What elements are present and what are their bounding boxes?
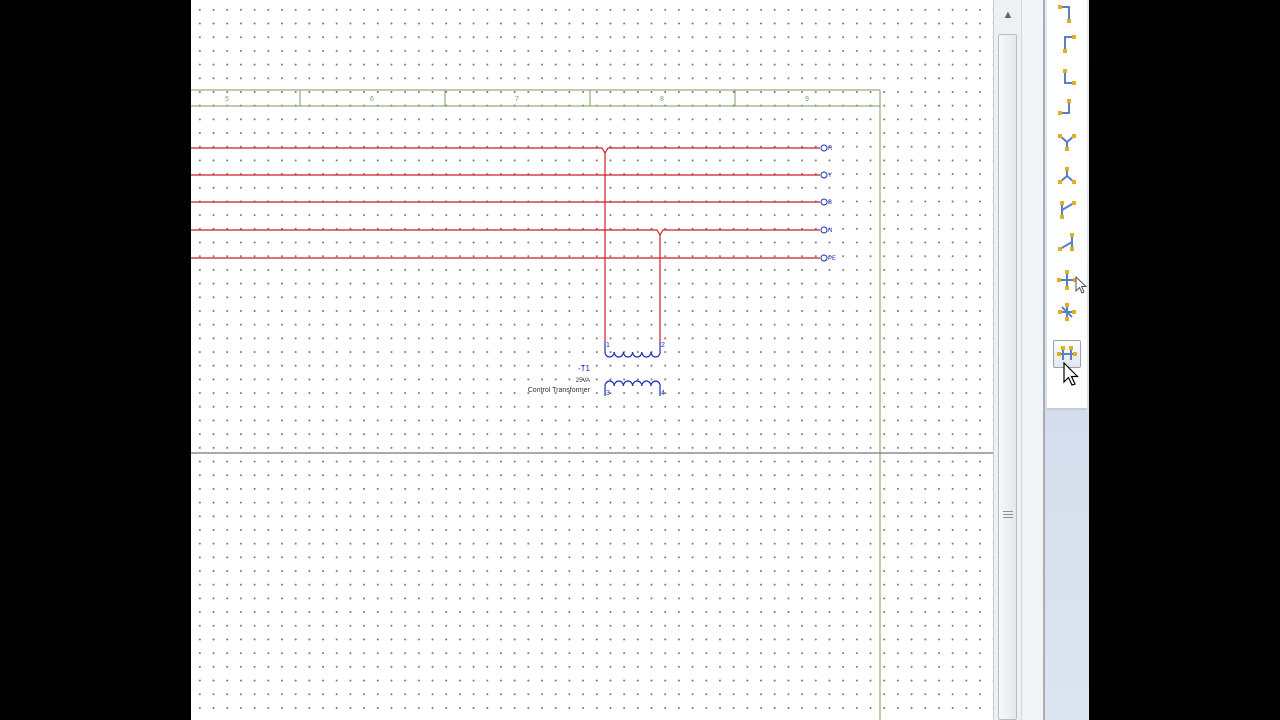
scrollbar-thumb[interactable] <box>998 34 1017 720</box>
vertical-scrollbar[interactable]: ▲ <box>993 0 1022 720</box>
terminal-pe[interactable] <box>820 254 828 262</box>
panel-splitter[interactable] <box>1021 0 1045 720</box>
transformer-pin-numbers: 1 2 3 4 <box>606 342 665 397</box>
column-number: 6 <box>370 96 374 103</box>
wire-bridge-icon[interactable] <box>1053 340 1081 368</box>
pin-number: 4 <box>661 390 665 397</box>
pin-number: 1 <box>606 342 610 349</box>
grip-icon <box>1003 509 1013 519</box>
wire-r[interactable] <box>191 147 820 155</box>
transformer-labels: -T1 25VA Control Transformer <box>528 364 591 394</box>
terminal-b[interactable] <box>820 198 828 206</box>
wire-n[interactable] <box>191 229 820 237</box>
sheet-frame <box>191 89 881 720</box>
wire-tee-right-icon[interactable] <box>1053 196 1081 224</box>
power-bus <box>191 147 820 342</box>
wire-label-n: N <box>828 228 832 234</box>
wire-labels: R Y B N PE <box>828 146 836 262</box>
column-number: 9 <box>805 96 809 103</box>
pin-number: 3 <box>606 390 610 397</box>
application-window: 5 6 7 8 9 R Y B N PE 1 2 3 4 -T1 25VA Co… <box>191 0 1089 720</box>
wire-corner-up-right-icon[interactable] <box>1053 64 1081 92</box>
wire-corner-down-right-icon[interactable] <box>1053 30 1081 58</box>
transformer-description: Control Transformer <box>528 387 591 394</box>
schematic-canvas[interactable]: 5 6 7 8 9 R Y B N PE 1 2 3 4 -T1 25VA Co… <box>191 0 993 720</box>
wire-cross-icon[interactable] <box>1053 266 1081 294</box>
schematic-drawing: 5 6 7 8 9 R Y B N PE 1 2 3 4 -T1 25VA Co… <box>191 89 993 720</box>
wire-terminals <box>820 144 828 262</box>
wire-junction-icon[interactable] <box>1053 298 1081 326</box>
wire-label-y: Y <box>828 173 832 179</box>
control-transformer-symbol[interactable] <box>604 342 661 396</box>
wire-corner-down-left-icon[interactable] <box>1053 0 1081 28</box>
toolbar-panel <box>1047 0 1087 410</box>
transformer-rating: 25VA <box>576 378 590 384</box>
wire-tee-down-icon[interactable] <box>1053 128 1081 156</box>
wire-label-pe: PE <box>828 256 836 262</box>
column-number: 5 <box>225 96 229 103</box>
wire-label-r: R <box>828 146 833 152</box>
column-number: 7 <box>515 96 519 103</box>
wire-tee-up-icon[interactable] <box>1053 162 1081 190</box>
sheet-column-numbers: 5 6 7 8 9 <box>225 96 809 103</box>
terminal-y[interactable] <box>820 171 828 179</box>
wire-tee-left-icon[interactable] <box>1053 228 1081 256</box>
column-number: 8 <box>660 96 664 103</box>
wire-label-b: B <box>828 200 832 206</box>
pin-number: 2 <box>661 342 665 349</box>
terminal-r[interactable] <box>820 144 828 152</box>
terminal-n[interactable] <box>820 226 828 234</box>
wire-corner-up-left-icon[interactable] <box>1053 94 1081 122</box>
wire-connection-toolbar <box>1045 0 1089 720</box>
transformer-tag[interactable]: -T1 <box>578 364 591 373</box>
arrow-up-icon[interactable]: ▲ <box>997 4 1019 26</box>
